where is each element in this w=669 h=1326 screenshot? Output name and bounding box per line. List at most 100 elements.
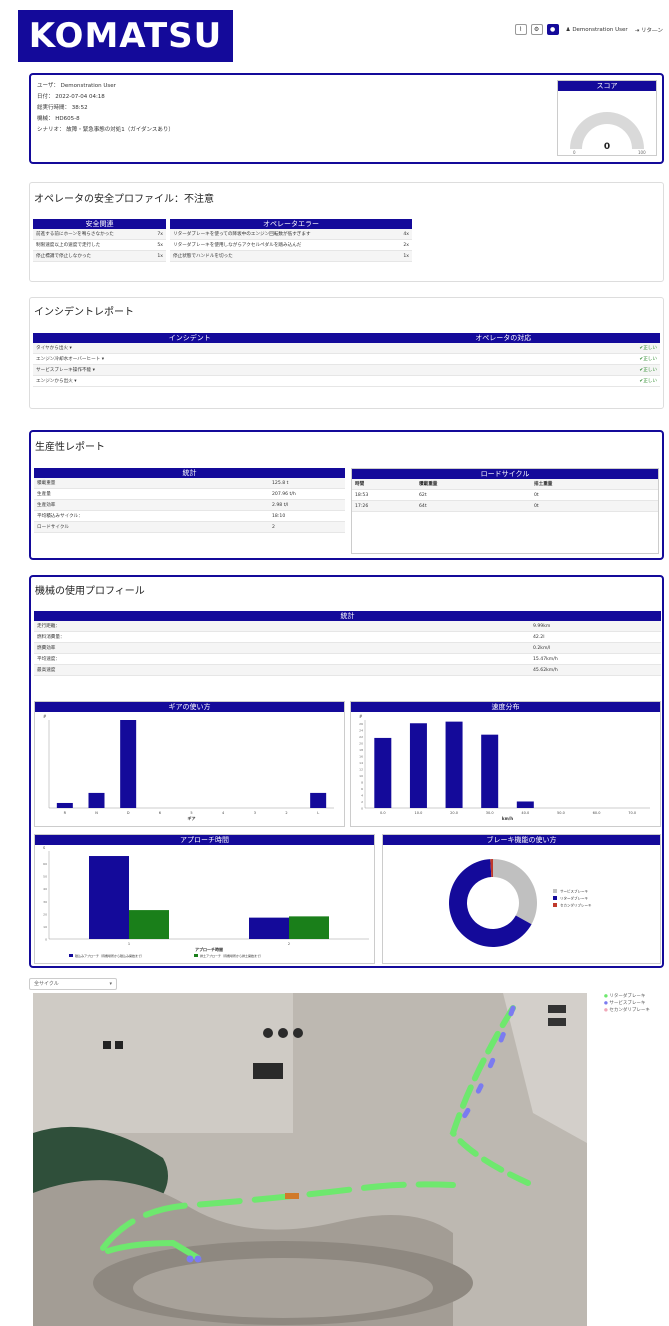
score-panel: スコア 0 0 100 — [557, 80, 657, 156]
mine-map[interactable] — [33, 993, 587, 1326]
x-axis-label: ギア — [188, 815, 196, 821]
bar — [120, 720, 137, 808]
legend-item: ● リターダブレーキ — [604, 993, 650, 1000]
summary-elapsed: 総実行時間： 38:52 — [37, 105, 88, 111]
incident-row[interactable]: サービスブレーキ操作不能 ▾ ✔正しい — [33, 365, 660, 376]
bar — [516, 801, 534, 808]
y-tick-label: 40 — [43, 887, 47, 891]
cycle-dump: 0t — [534, 492, 539, 498]
legend-swatch — [553, 896, 557, 900]
load-cycle-header: ロードサイクル — [352, 469, 658, 479]
route-marker — [285, 1193, 299, 1199]
y-tick-label: 60 — [43, 862, 47, 866]
row-label: リターダブレーキを使用しながらアクセルペダルを踏み込んだ — [173, 243, 302, 248]
legend-dot-blue: ● — [604, 1001, 608, 1006]
komatsu-logo: KOMATSU — [18, 10, 233, 62]
y-tick-label: 16 — [359, 754, 363, 758]
x-tick-label: 4 — [222, 811, 225, 815]
legend-label: 積込みアプローチ（待機場所から積込み開始まで） — [75, 953, 144, 958]
map-building — [548, 1018, 566, 1026]
brake-chart-panel: ブレーキ機能の使い方 サービスブレーキ リターダブレーキ セカンダリブレーキ — [382, 834, 661, 964]
table-row: 最高速度 45.62km/h — [34, 665, 661, 676]
map-building — [115, 1041, 123, 1049]
operator-error-table: オペレータエラー リターダブレーキを使っての降坂中のエンジン回転数が低すぎます 4… — [170, 219, 412, 262]
map-legend: ● リターダブレーキ ● サービスブレーキ ● セカンダリブレーキ — [604, 993, 650, 1014]
gear-chart-panel: ギアの使い方 # R N D 6 5 4 3 2 L ギア — [34, 701, 345, 827]
map-building — [103, 1041, 111, 1049]
stat-label: 燃料消費量： — [37, 635, 65, 640]
score-gauge: 0 0 100 — [570, 112, 646, 155]
pin-icon: ● — [550, 26, 556, 33]
x-tick-label: R — [64, 811, 67, 815]
row-count: 7x — [157, 231, 163, 237]
stat-label: 走行距離： — [37, 624, 60, 629]
x-axis-label: km/h — [502, 816, 513, 821]
usage-title: 機械の使用プロフィール — [35, 586, 145, 597]
col-time: 時間 — [355, 482, 365, 487]
cycle-load: 62t — [419, 492, 427, 498]
x-tick-label: N — [95, 811, 98, 815]
cycle-time: 18:53 — [355, 492, 369, 498]
safety-title: オペレータの安全プロファイル：不注意 — [34, 194, 214, 205]
row-label: 前進する前にホーンを鳴らさなかった — [36, 232, 114, 237]
gear-chart-title: ギアの使い方 — [35, 702, 344, 712]
score-value: 0 — [604, 142, 610, 152]
speed-chart-title: 速度分布 — [351, 702, 660, 712]
score-title: スコア — [558, 81, 656, 91]
x-tick-label: 10.0 — [415, 811, 423, 815]
y-tick-label: 0 — [361, 807, 363, 811]
map-tank — [263, 1028, 273, 1038]
incident-row[interactable]: エンジン冷却水オーバーヒート ▾ ✔正しい — [33, 354, 660, 365]
col-dump: 排土重量 — [534, 482, 553, 487]
table-row: 走行距離： 9.99km — [34, 621, 661, 632]
x-tick-label: 2 — [288, 942, 290, 946]
summary-card: ユーザ： Demonstration User 日付： 2022-07-04 0… — [29, 73, 664, 164]
return-link[interactable]: ⇥ リタ―ン — [635, 26, 663, 34]
x-tick-label: 40.0 — [521, 811, 529, 815]
stat-value: 9.99km — [533, 623, 551, 629]
productivity-card: 生産性レポート 統計 積載重量 125.8 t 生産量 207.96 t/h 生産効… — [29, 430, 664, 560]
cycle-select[interactable]: 全サイクル ▾ — [29, 978, 117, 990]
map-view-button[interactable]: ● — [546, 24, 559, 35]
y-tick-label: 0 — [45, 938, 47, 942]
y-tick-label: 10 — [359, 774, 363, 778]
map-building — [548, 1005, 566, 1013]
incident-result: ✔正しい — [639, 368, 657, 373]
gear-view-button[interactable]: ⚙ — [530, 24, 543, 35]
brake-chart: サービスブレーキリターダブレーキセカンダリブレーキ — [449, 859, 592, 947]
safety-card: オペレータの安全プロファイル：不注意 安全関連 前進する前にホーンを鳴らさなかっ… — [29, 182, 664, 282]
row-label: 停止状態でハンドルを切った — [173, 254, 233, 259]
gear-chart: # R N D 6 5 4 3 2 L ギア — [43, 714, 334, 821]
cycle-row: 17:26 64t 0t — [352, 501, 658, 512]
user-icon: ♟ — [565, 26, 571, 33]
row-count: 2x — [403, 242, 409, 248]
x-tick-label: 5 — [190, 811, 192, 815]
chart-view-button[interactable]: ⌇ — [514, 24, 527, 35]
x-tick-label: 50.0 — [557, 811, 565, 815]
legend-item: ● セカンダリブレーキ — [604, 1007, 650, 1014]
map-tank — [293, 1028, 303, 1038]
incident-result: ✔正しい — [639, 379, 657, 384]
safety-header: 安全関連 — [33, 219, 166, 229]
row-count: 1x — [157, 253, 163, 259]
settings-icon: ⚙ — [533, 26, 540, 33]
col-load: 積載重量 — [419, 482, 438, 487]
summary-date: 日付： 2022-07-04 04:18 — [37, 94, 105, 100]
y-tick-label: 20 — [359, 741, 363, 745]
speed-chart-panel: 速度分布 #0 2 4 6 8 10 12 14 16 18 20 22 24 26 0.0 10.0 20.0… — [350, 701, 661, 827]
route-service-dot — [194, 1255, 202, 1263]
stat-label: 最高速度 — [37, 668, 56, 673]
operator-error-header: オペレータエラー — [170, 219, 412, 229]
y-tick-label: 22 — [359, 735, 363, 739]
incident-row[interactable]: エンジンから出火 ▾ ✔正しい — [33, 376, 660, 387]
user-menu[interactable]: ♟ Demonstration User — [566, 27, 628, 33]
y-tick-label: 24 — [359, 728, 363, 732]
x-tick-label: 70.0 — [628, 811, 636, 815]
stat-value: 2.98 t/l — [272, 502, 289, 508]
bar — [88, 792, 105, 808]
table-row: リターダブレーキを使っての降坂中のエンジン回転数が低すぎます 4x — [170, 229, 412, 240]
y-tick-label: 10 — [43, 925, 47, 929]
legend-label: リターダブレーキ — [609, 994, 646, 999]
x-tick-label: 6 — [159, 811, 161, 815]
incident-row[interactable]: タイヤから出火 ▾ ✔正しい — [33, 343, 660, 354]
